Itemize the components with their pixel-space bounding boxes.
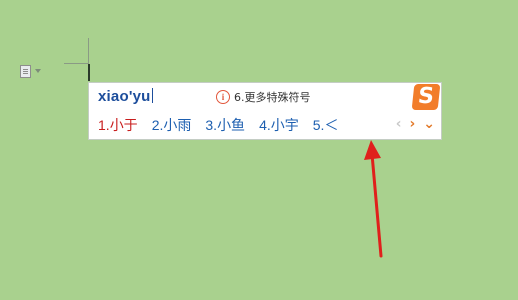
paste-options-icon[interactable]: [20, 63, 48, 79]
candidate-index: 4.: [259, 117, 271, 133]
page-margin-mark: [64, 63, 89, 64]
candidate-item[interactable]: 2.小雨: [152, 115, 192, 135]
pinyin-input[interactable]: xiao'yu: [98, 88, 153, 105]
candidate-item[interactable]: 1.小于: [98, 115, 138, 135]
page-margin-mark: [88, 38, 89, 63]
candidate-text: 小于: [109, 118, 138, 134]
candidate-item-less-than[interactable]: 5.＜: [313, 115, 339, 135]
candidate-item[interactable]: 4.小宇: [259, 115, 299, 135]
special-symbols-hint[interactable]: i 6.更多特殊符号: [216, 89, 311, 105]
ime-composition-row: xiao'yu i 6.更多特殊符号 S: [89, 83, 441, 111]
expand-candidates-icon[interactable]: ⌄: [423, 116, 435, 132]
candidate-text: ＜: [324, 118, 339, 134]
pinyin-text: xiao'yu: [98, 88, 151, 105]
previous-page-icon[interactable]: ‹: [396, 116, 402, 132]
ime-candidate-row: 1.小于 2.小雨 3.小鱼 4.小宇 5.＜ ‹ › ⌄: [89, 111, 441, 139]
candidate-index: 2.: [151, 117, 164, 133]
sogou-logo-icon[interactable]: S: [411, 84, 441, 110]
candidate-text: 小宇: [270, 118, 299, 134]
candidate-item[interactable]: 3.小鱼: [205, 115, 245, 135]
hint-text: 6.更多特殊符号: [234, 91, 311, 104]
candidate-text: 小鱼: [217, 118, 246, 134]
candidate-index: 5.: [312, 117, 325, 133]
annotation-arrow: [364, 140, 383, 258]
candidate-index: 1.: [98, 117, 110, 133]
candidate-index: 3.: [205, 117, 218, 133]
document-icon: [20, 64, 31, 78]
ime-candidate-window: xiao'yu i 6.更多特殊符号 S 1.小于 2.小雨 3.小鱼 4.小宇…: [88, 82, 442, 140]
next-page-icon[interactable]: ›: [409, 116, 415, 132]
dropdown-arrow-icon: [35, 69, 41, 73]
text-cursor: [88, 64, 90, 81]
document-canvas: xiao'yu i 6.更多特殊符号 S 1.小于 2.小雨 3.小鱼 4.小宇…: [0, 0, 518, 300]
info-icon: i: [216, 90, 230, 104]
candidate-text: 小雨: [163, 118, 192, 134]
candidate-pager: ‹ › ⌄: [396, 116, 435, 132]
input-caret: [151, 88, 153, 103]
candidate-list: 1.小于 2.小雨 3.小鱼 4.小宇 5.＜: [98, 115, 352, 135]
